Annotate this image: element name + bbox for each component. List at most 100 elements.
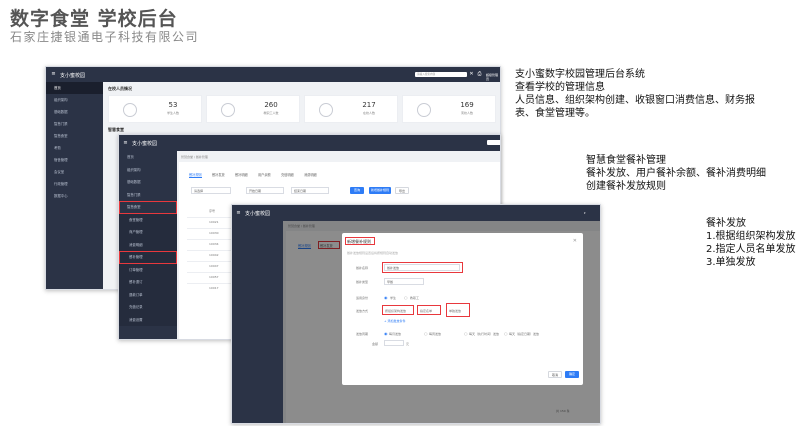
cycle-radio[interactable]: ◉ xyxy=(384,331,388,336)
desc-line: 查看学校的管理信息 xyxy=(515,82,605,93)
close-icon[interactable]: ✕ xyxy=(573,238,577,244)
table-cell-id: 10021 xyxy=(209,220,219,224)
stat-label: 学生人数 xyxy=(166,111,179,115)
amount-label: 金额 xyxy=(372,342,379,346)
sidebar-item[interactable]: 消费设置 xyxy=(119,313,177,326)
search-input[interactable] xyxy=(487,140,500,145)
close-icon[interactable]: ✕ xyxy=(469,72,474,77)
amount-input[interactable] xyxy=(384,340,404,346)
sidebar-item[interactable]: 基础数据 xyxy=(46,106,103,118)
desc-line: 人员信息、组织架构创建、收银窗口消费信息、财务报 xyxy=(515,95,755,106)
field-label-cycle: 发放周期 xyxy=(356,332,369,336)
brand-name: 支小蜜校园 xyxy=(132,141,158,147)
sidebar-item[interactable]: 会议室 xyxy=(46,166,103,178)
new-rule-button[interactable]: 新增餐补规则 xyxy=(369,187,391,194)
table-cell-id: 10047 xyxy=(209,264,219,268)
tab[interactable]: 用户余额 xyxy=(258,172,271,177)
sidebar-item[interactable]: 退款订单 xyxy=(119,288,177,301)
name-highlight xyxy=(382,262,463,273)
search-input[interactable]: 请输入搜索内容 xyxy=(415,72,467,77)
desc-line: 表、食堂管理等。 xyxy=(515,108,595,119)
stat-card: 217 在校人数 xyxy=(304,95,398,123)
printer-icon[interactable]: ⎙ xyxy=(477,72,482,77)
identity-staff-label: 教职工 xyxy=(410,296,420,300)
cancel-button[interactable]: 取消 xyxy=(548,371,562,378)
sidebar: 首页 组织架构 基础数据 智慧门禁 智慧食堂 食堂管理 商户管理 消费明细 餐补管理 订单管理 餐补… xyxy=(119,151,177,339)
add-rule-screenshot: ≡ 支小蜜校园 ▾ 智慧食堂 / 餐补管理 餐补规则 餐补发放 共 150 条 … xyxy=(231,204,601,424)
sidebar-item[interactable]: 行政管理 xyxy=(46,178,103,190)
menu-icon[interactable]: ≡ xyxy=(123,141,128,146)
stat-icon xyxy=(221,103,235,117)
sidebar-item[interactable]: 食堂管理 xyxy=(119,213,177,226)
sidebar-item[interactable]: 消费明细 xyxy=(119,238,177,251)
stat-card: 169 离校人数 xyxy=(402,95,496,123)
cycle-radio[interactable]: ○ xyxy=(424,331,428,336)
cycle-option-label: 每天（指定日期）发放 xyxy=(509,332,540,336)
sidebar-item[interactable]: 智慧门禁 xyxy=(119,189,177,202)
desc-line: 创建餐补发放规则 xyxy=(586,181,666,192)
desc-line: 餐补发放 xyxy=(706,218,746,229)
user-menu[interactable]: 超级管理员 xyxy=(486,73,500,81)
sidebar-item[interactable]: 组织架构 xyxy=(46,94,103,106)
tab[interactable]: 餐补规则 xyxy=(189,172,202,178)
identity-radio-student[interactable]: ◉ xyxy=(384,295,388,300)
stat-value: 53 xyxy=(168,101,178,109)
cycle-radio[interactable]: ○ xyxy=(464,331,468,336)
tab[interactable]: 充值明细 xyxy=(281,172,294,177)
menu-icon[interactable]: ≡ xyxy=(51,72,56,77)
desc-line: 智慧食堂餐补管理 xyxy=(586,155,666,166)
sidebar-item[interactable]: 订单管理 xyxy=(119,263,177,276)
add-condition-link[interactable]: + 添加发放条件 xyxy=(384,319,405,323)
cycle-option-label: 每天（执行时间）发放 xyxy=(469,332,500,336)
method-list-label: 指定名单 xyxy=(420,309,433,313)
sidebar-item[interactable]: 首页 xyxy=(46,82,103,94)
stat-icon xyxy=(417,103,431,117)
tab[interactable]: 消费明细 xyxy=(304,172,317,177)
cycle-radio[interactable]: ○ xyxy=(504,331,508,336)
field-label-identity: 适用身份 xyxy=(356,296,369,300)
tab[interactable]: 餐补明细 xyxy=(235,172,248,177)
sidebar-item[interactable]: 充值记录 xyxy=(119,301,177,314)
sidebar-item[interactable]: 智慧食堂 xyxy=(119,201,177,214)
identity-radio-staff[interactable]: ○ xyxy=(404,295,408,300)
date-start-input[interactable]: 开始日期 xyxy=(246,187,284,194)
menu-icon[interactable]: ≡ xyxy=(236,211,241,216)
field-label-type: 餐补类型 xyxy=(356,280,369,284)
sidebar-item[interactable]: 餐补退订 xyxy=(119,276,177,289)
sidebar-item[interactable]: 商户管理 xyxy=(119,226,177,239)
modal-title-highlight xyxy=(345,237,375,245)
table-cell-id: 10042 xyxy=(209,253,219,257)
field-label-method: 发放方式 xyxy=(356,309,369,313)
sidebar-item[interactable]: 宿舍管理 xyxy=(46,154,103,166)
filter-select[interactable]: 请选择 xyxy=(191,187,231,194)
method-single-label: 单独发放 xyxy=(449,309,462,313)
user-menu[interactable]: ▾ xyxy=(584,211,586,215)
type-select[interactable]: 早餐 xyxy=(384,278,424,285)
stat-label: 在校人数 xyxy=(362,111,375,115)
desc-line: 3.单独发放 xyxy=(706,257,756,268)
sidebar-item[interactable]: 考勤 xyxy=(46,142,103,154)
sidebar-item[interactable]: 数据中心 xyxy=(46,190,103,202)
top-bar: ≡ 支小蜜校园 xyxy=(119,135,500,151)
confirm-button[interactable]: 确定 xyxy=(565,371,579,378)
sidebar-item[interactable]: 餐补管理 xyxy=(119,251,177,264)
sidebar-item[interactable]: 基础数据 xyxy=(119,176,177,189)
table-cell-id: 10034 xyxy=(209,242,219,246)
method-org-label: 按组织架构发放 xyxy=(385,309,407,313)
add-rule-modal: 新增餐补规则 ✕ 餐补发放规则设置后将按规则自动发放 餐补名称 餐补发放 餐补类… xyxy=(342,233,583,385)
company-subtitle: 石家庄捷银通电子科技有限公司 xyxy=(10,30,200,44)
sidebar-item[interactable]: 组织架构 xyxy=(119,164,177,177)
sidebar: 首页 组织架构 基础数据 智慧门禁 智慧食堂 考勤 宿舍管理 会议室 行政管理 数据中心 xyxy=(46,82,103,289)
export-button[interactable]: 导出 xyxy=(395,187,409,194)
sidebar-item[interactable]: 首页 xyxy=(119,151,177,164)
date-end-input[interactable]: 结束日期 xyxy=(291,187,329,194)
amount-unit: 元 xyxy=(406,342,410,346)
cycle-option-label: 每月发放 xyxy=(389,332,402,336)
sidebar-item[interactable]: 智慧门禁 xyxy=(46,118,103,130)
sidebar-item[interactable]: 智慧食堂 xyxy=(46,130,103,142)
brand-name: 支小蜜校园 xyxy=(60,73,86,79)
search-button[interactable]: 查询 xyxy=(350,187,364,194)
field-label-name: 餐补名称 xyxy=(356,266,369,270)
desc-line: 支小蜜数字校园管理后台系统 xyxy=(515,69,645,80)
tab[interactable]: 餐补发放 xyxy=(212,172,225,177)
